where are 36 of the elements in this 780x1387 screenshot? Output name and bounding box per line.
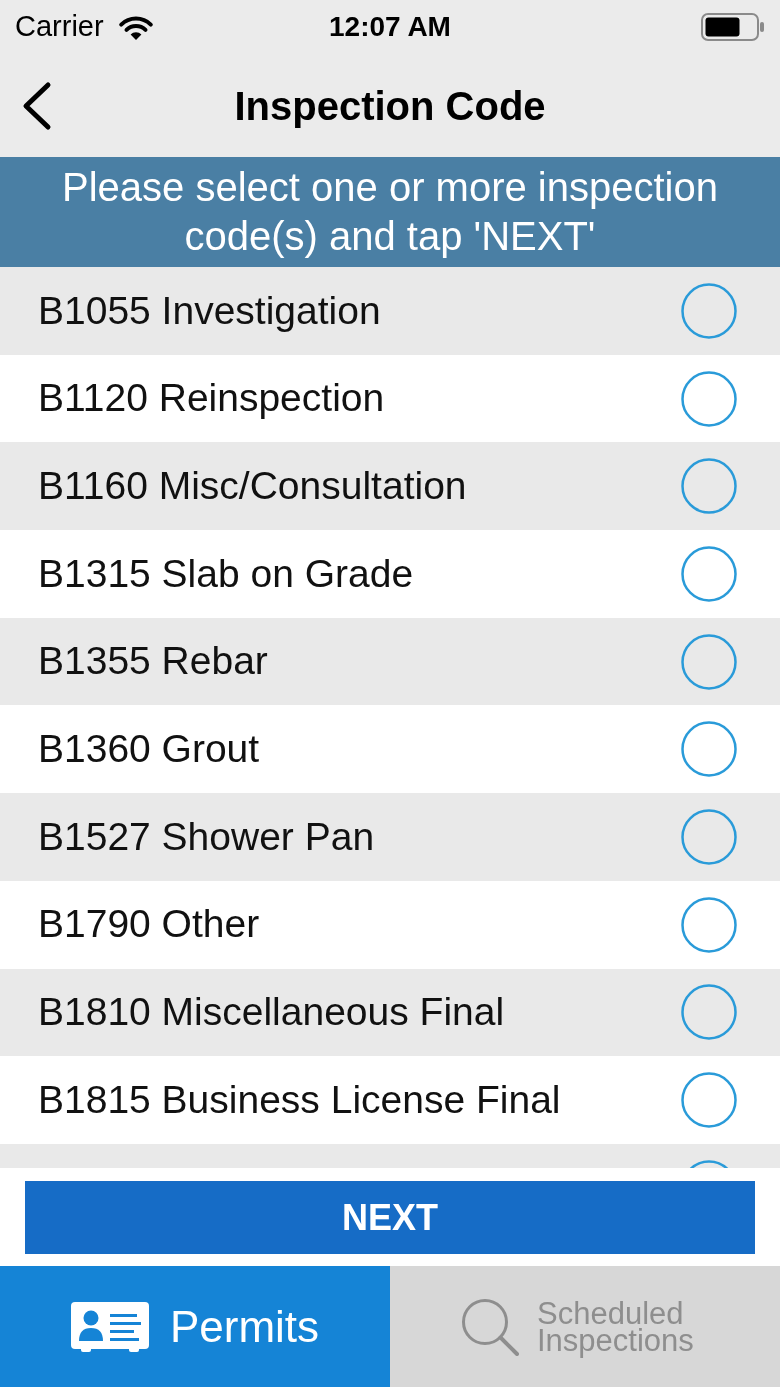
radio-button[interactable] bbox=[681, 808, 737, 865]
radio-button[interactable] bbox=[681, 545, 737, 602]
list-row[interactable]: B1527 Shower Pan bbox=[0, 793, 780, 881]
code-label: B1815 Business License Final bbox=[38, 1076, 561, 1123]
code-label: B1055 Investigation bbox=[38, 287, 381, 334]
radio-button[interactable] bbox=[681, 984, 737, 1041]
clock-time: 12:07 AM bbox=[329, 10, 451, 44]
list-row[interactable]: B1055 Investigation bbox=[0, 267, 780, 355]
radio-button[interactable] bbox=[681, 282, 737, 339]
code-label: B1355 Rebar bbox=[38, 638, 268, 685]
back-chevron-icon bbox=[21, 80, 53, 131]
radio-button[interactable] bbox=[681, 1072, 737, 1129]
code-label: B1527 Shower Pan bbox=[38, 813, 375, 860]
code-label: B1160 Misc/Consultation bbox=[38, 462, 467, 509]
code-label: B1790 Other bbox=[38, 901, 260, 948]
instruction-text: Please select one or more inspection code(s) and tap 'NEXT' bbox=[61, 164, 719, 260]
carrier-name: Carrier bbox=[15, 9, 104, 45]
radio-button[interactable] bbox=[681, 721, 737, 778]
screen-title: Inspection Code bbox=[234, 82, 546, 130]
radio-button[interactable] bbox=[681, 370, 737, 427]
radio-button[interactable] bbox=[681, 633, 737, 690]
tab-label: Permits bbox=[169, 1304, 320, 1349]
list-row[interactable]: B1355 Rebar bbox=[0, 617, 780, 706]
code-label: B1315 Slab on Grade bbox=[38, 550, 414, 597]
battery-icon bbox=[701, 13, 765, 41]
list-row[interactable]: B1810 Miscellaneous Final bbox=[0, 968, 780, 1057]
code-label: B1810 Miscellaneous Final bbox=[38, 989, 505, 1036]
tab-button[interactable]: Permits bbox=[0, 1266, 390, 1387]
list-row[interactable]: B1160 Misc/Consultation bbox=[0, 442, 780, 531]
code-label: B1360 Grout bbox=[38, 726, 260, 773]
id-card-icon bbox=[70, 1301, 149, 1352]
code-label: B1120 Reinspection bbox=[38, 375, 385, 422]
radio-button[interactable] bbox=[681, 896, 737, 953]
search-icon bbox=[461, 1297, 519, 1356]
next-button[interactable]: NEXT bbox=[25, 1181, 755, 1254]
radio-button[interactable] bbox=[681, 458, 737, 515]
